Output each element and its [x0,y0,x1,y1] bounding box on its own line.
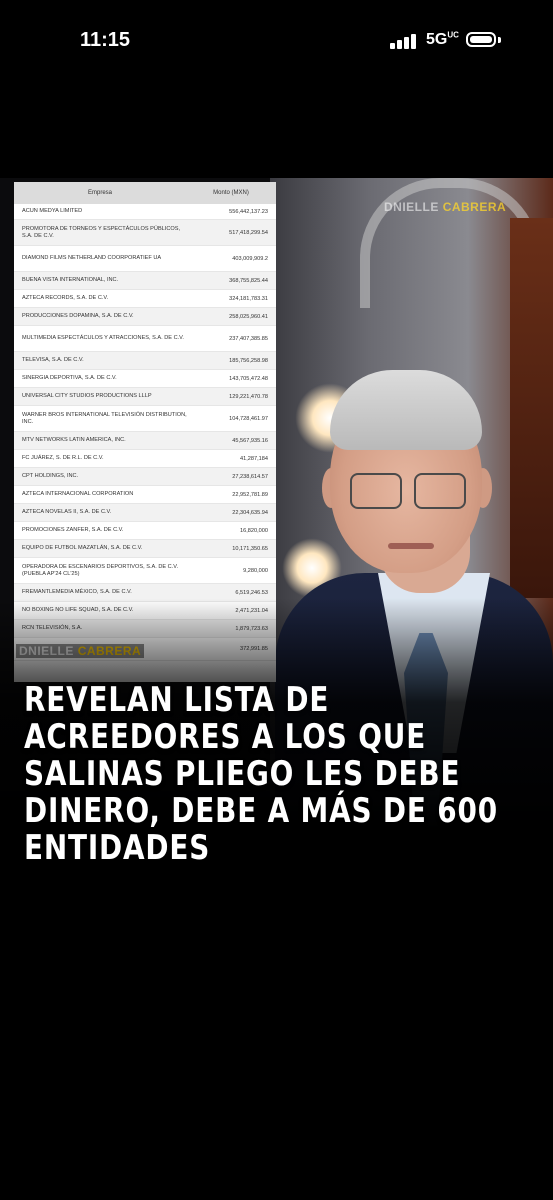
company-name: CPT HOLDINGS, INC. [22,473,79,479]
table-row: EQUIPO DE FUTBOL MAZATLÁN, S.A. DE C.V. 1… [14,540,276,558]
company-name: BUENA VISTA INTERNATIONAL, INC. [22,277,119,283]
table-row: WARNER BROS INTERNATIONAL TELEVISIÓN DIS… [14,406,276,432]
company-name: AZTECA RECORDS, S.A. DE C.V. [22,295,109,301]
company-name: UNIVERSAL CITY STUDIOS PRODUCTIONS LLLP [22,393,152,399]
table-row: FC JUÁREZ, S. DE R.L. DE C.V. 41,287,184 [14,450,276,468]
amount: 22,304,635.94 [232,509,268,516]
amount: 403,009,909.2 [232,255,268,262]
company-name: EQUIPO DE FUTBOL MAZATLÁN, S.A. DE C.V. [22,545,143,551]
table-row: PRODUCCIONES DOPAMINA, S.A. DE C.V. 258,0… [14,308,276,326]
amount: 45,567,935.16 [232,437,268,444]
amount: 237,407,385.85 [229,335,268,342]
company-name: PROMOCIONES ZANFER, S.A. DE C.V. [22,527,124,533]
table-row: SINERGIA DEPORTIVA, S.A. DE C.V. 143,705,… [14,370,276,388]
network-type: 5GUC [426,30,459,48]
company-name: MTV NETWORKS LATIN AMERICA, INC. [22,437,126,443]
amount: 129,221,470.78 [229,393,268,400]
amount: 9,280,000 [243,567,268,574]
amount: 185,756,258.98 [229,357,268,364]
company-name: PRODUCCIONES DOPAMINA, S.A. DE C.V. [22,313,134,319]
amount: 324,181,783.31 [229,295,268,302]
company-name: AZTECA INTERNACIONAL CORPORATION [22,491,134,497]
amount: 368,755,825.44 [229,277,268,284]
battery-icon [466,32,496,47]
company-name: ACUN MEDYA LIMITED [22,208,83,214]
company-name: FREMANTLEMEDIA MÉXICO, S.A. DE C.V. [22,589,132,595]
glasses-left-lens [350,473,402,509]
amount: 41,287,184 [240,455,268,462]
company-name: FC JUÁREZ, S. DE R.L. DE C.V. [22,455,104,461]
company-name: WARNER BROS INTERNATIONAL TELEVISIÓN DIS… [22,411,187,425]
headline-text: REVELAN LISTA DE ACREEDORES A LOS QUE SA… [24,680,498,868]
amount: 22,952,781.89 [232,491,268,498]
table-row: CPT HOLDINGS, INC. 27,238,614.57 [14,468,276,486]
table-row: BUENA VISTA INTERNATIONAL, INC. 368,755,8… [14,272,276,290]
company-name: DIAMOND FILMS NETHERLAND COORPORATIEF UA [22,255,162,261]
clock: 11:15 [80,29,131,51]
amount: 517,418,299.54 [229,229,268,236]
status-bar: 11:15 5GUC [0,0,553,80]
table-row: PROMOTORA DE TORNEOS Y ESPECTÁCULOS PÚBL… [14,220,276,246]
table-row: AZTECA RECORDS, S.A. DE C.V. 324,181,783.… [14,290,276,308]
table-row: TELEVISA, S.A. DE C.V. 185,756,258.98 [14,352,276,370]
table-row: OPERADORA DE ESCENARIOS DEPORTIVOS, S.A.… [14,558,276,584]
table-row: AZTECA NOVELAS II, S.A. DE C.V. 22,304,63… [14,504,276,522]
battery-tip [498,37,501,43]
amount: 556,442,137.23 [229,208,268,215]
wood-panel [510,218,553,598]
column-header-empresa: Empresa [87,190,112,196]
table-row: DIAMOND FILMS NETHERLAND COORPORATIEF UA… [14,246,276,272]
amount: 6,519,246.53 [235,589,268,596]
amount: 10,171,350.65 [232,545,268,552]
column-header-monto: Monto (MXN) [213,190,249,196]
table-row: MULTIMEDIA ESPECTÁCULOS Y ATRACCIONES, S… [14,326,276,352]
cellular-signal-icon [390,33,418,49]
watermark-top: DNIELLE CABRERA [384,200,507,214]
table-row: AZTECA INTERNACIONAL CORPORATION 22,952,7… [14,486,276,504]
table-body: ACUN MEDYA LIMITED 556,442,137.23 PROMOTOR… [14,204,276,661]
table-header: Empresa Monto (MXN) [14,182,276,204]
table-row: ACUN MEDYA LIMITED 556,442,137.23 [14,204,276,220]
company-name: PROMOTORA DE TORNEOS Y ESPECTÁCULOS PÚBL… [22,225,181,239]
table-row: PROMOCIONES ZANFER, S.A. DE C.V. 16,820,0… [14,522,276,540]
company-name: TELEVISA, S.A. DE C.V. [22,357,84,363]
amount: 16,820,000 [240,527,268,534]
amount: 143,705,472.48 [229,375,268,382]
table-row: MTV NETWORKS LATIN AMERICA, INC. 45,567,9… [14,432,276,450]
amount: 258,025,960.41 [229,313,268,320]
company-name: AZTECA NOVELAS II, S.A. DE C.V. [22,509,112,515]
glasses-right-lens [414,473,466,509]
mouth [388,543,434,549]
amount: 104,728,461.97 [229,415,268,422]
table-row: UNIVERSAL CITY STUDIOS PRODUCTIONS LLLP 1… [14,388,276,406]
company-name: OPERADORA DE ESCENARIOS DEPORTIVOS, S.A.… [22,563,179,577]
company-name: MULTIMEDIA ESPECTÁCULOS Y ATRACCIONES, S… [22,335,184,341]
amount: 27,238,614.57 [232,473,268,480]
company-name: SINERGIA DEPORTIVA, S.A. DE C.V. [22,375,117,381]
